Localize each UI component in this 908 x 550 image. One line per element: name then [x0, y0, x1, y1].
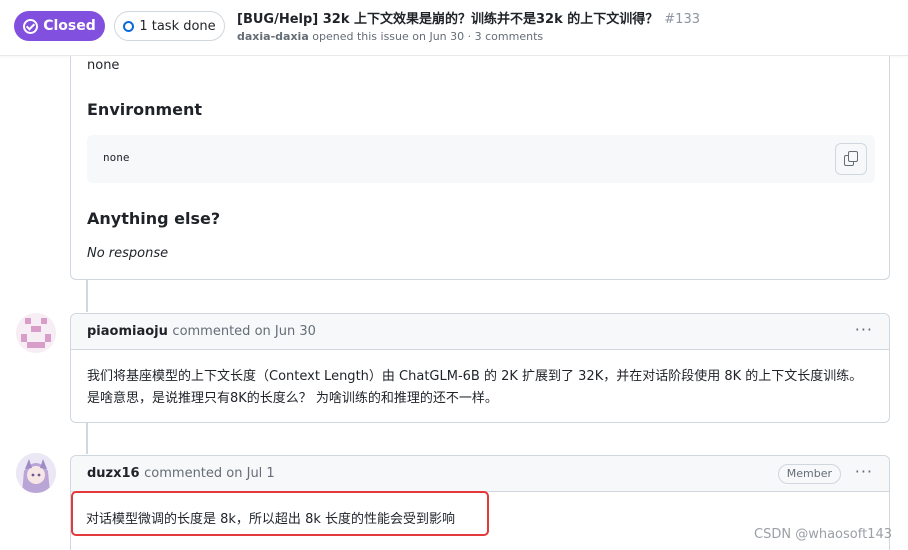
watermark: CSDN @whaosoft143 [754, 527, 892, 542]
comment-header: piaomiaoju commented on Jun 30 ··· [71, 314, 889, 350]
task-label: 1 task done [139, 18, 216, 34]
environment-code-text: none [103, 151, 130, 164]
no-response-text: No response [87, 246, 169, 261]
timeline-connector [86, 422, 88, 454]
copy-button[interactable] [835, 143, 867, 175]
comment-author-link[interactable]: duzx16 [87, 466, 140, 481]
copy-icon-back [848, 151, 858, 162]
issue-author-link[interactable]: daxia-daxia [237, 30, 309, 43]
comment-header: duzx16 commented on Jul 1 Member ··· [71, 456, 889, 492]
comment-action[interactable]: commented on Jul 1 [144, 466, 275, 481]
issue-number: #133 [664, 12, 700, 27]
comment-body: 我们将基座模型的上下文长度（Context Length）由 ChatGLM-6… [87, 369, 863, 406]
issue-header: Closed 1 task done [BUG/Help] 32k 上下文效果是… [0, 0, 908, 56]
issue-body-card: none Environment none Anything else? No … [70, 56, 890, 280]
closed-state-badge: Closed [14, 11, 105, 41]
kebab-menu-icon[interactable]: ··· [855, 462, 873, 481]
check-circle-icon [23, 18, 39, 34]
red-highlight-box [71, 491, 489, 536]
identicon-avatar [16, 313, 56, 353]
comment-author-line: duzx16 commented on Jul 1 [87, 466, 275, 481]
avatar[interactable] [16, 453, 56, 493]
environment-heading: Environment [87, 100, 203, 119]
issue-meta-text: opened this issue on Jun 30 · 3 comments [312, 30, 544, 43]
avatar[interactable] [16, 313, 56, 353]
comment-author-link[interactable]: piaomiaoju [87, 324, 168, 339]
issue-title-text: [BUG/Help] 32k 上下文效果是崩的？训练并不是32k 的上下文训得？ [237, 12, 659, 27]
environment-code-block: none [87, 135, 875, 183]
circle-icon [123, 20, 135, 32]
state-label: Closed [43, 18, 96, 34]
kebab-menu-icon[interactable]: ··· [855, 320, 873, 339]
issue-meta: daxia-daxia opened this issue on Jun 30 … [237, 30, 543, 43]
body-top-text: none [87, 58, 120, 73]
member-badge: Member [777, 464, 841, 484]
timeline-connector [86, 280, 88, 312]
task-progress-badge[interactable]: 1 task done [114, 11, 225, 41]
anime-avatar [16, 453, 56, 493]
anything-else-heading: Anything else? [87, 209, 221, 228]
comment-author-line: piaomiaoju commented on Jun 30 [87, 324, 316, 339]
comment-card: piaomiaoju commented on Jun 30 ··· 我们将基座… [70, 313, 890, 423]
comment-action[interactable]: commented on Jun 30 [172, 324, 315, 339]
issue-title: [BUG/Help] 32k 上下文效果是崩的？训练并不是32k 的上下文训得？… [237, 8, 700, 27]
